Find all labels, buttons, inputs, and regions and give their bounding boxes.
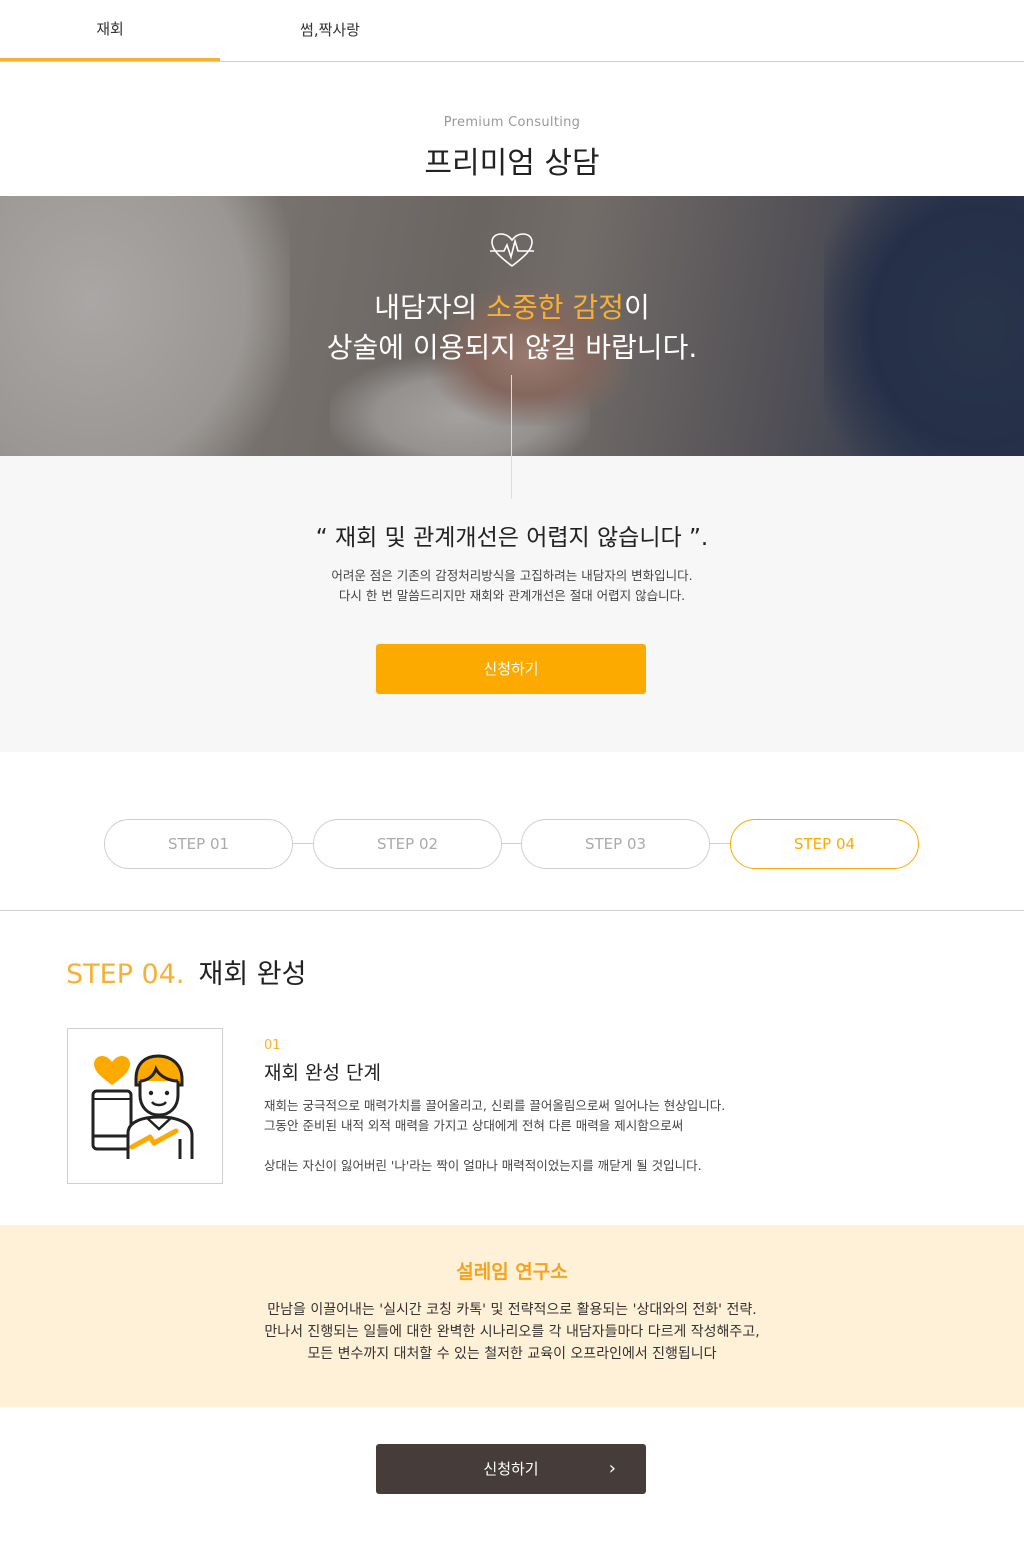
vertical-divider-line — [511, 375, 512, 499]
heartbeat-icon — [490, 233, 534, 268]
detail-item-number: 01 — [264, 1038, 281, 1053]
step-heading-number: STEP 04. — [66, 959, 185, 990]
apply-button-label: 신청하기 — [483, 1460, 539, 1478]
step-illustration — [67, 1028, 223, 1184]
apply-button-bottom[interactable]: 신청하기 › — [376, 1444, 646, 1494]
chevron-right-icon: › — [608, 1458, 616, 1479]
step-connector — [292, 843, 314, 844]
detail-item-text: 재회는 궁극적으로 매력가치를 끌어올리고, 신뢰를 끌어올림으로써 일어나는 … — [264, 1098, 726, 1173]
step-connector — [501, 843, 523, 844]
step-04-button[interactable]: STEP 04 — [730, 819, 919, 869]
tab-crush[interactable]: 썸,짝사랑 — [220, 0, 440, 61]
step-heading: STEP 04. 재회 완성 — [66, 952, 306, 991]
detail-item-title: 재회 완성 단계 — [264, 1062, 381, 1084]
hero-banner: 내담자의 소중한 감정이 상술에 이용되지 않길 바랍니다. — [0, 196, 1024, 456]
apply-button[interactable]: 신청하기 — [376, 644, 646, 694]
hero-headline-accent: 소중한 감정 — [486, 291, 624, 324]
page-title: 프리미엄 상담 — [424, 146, 600, 181]
step-03-button[interactable]: STEP 03 — [521, 819, 710, 869]
tab-bar: 재회 썸,짝사랑 — [0, 0, 1024, 62]
step-01-button[interactable]: STEP 01 — [104, 819, 293, 869]
lab-title: 설레임 연구소 — [456, 1261, 568, 1283]
lab-section: 설레임 연구소 만남을 이끌어내는 '실시간 코칭 카톡' 및 전략적으로 활용… — [0, 1225, 1024, 1407]
hero-headline-line2: 상술에 이용되지 않길 바랍니다. — [326, 331, 698, 364]
intro-quote: “ 재회 및 관계개선은 어렵지 않습니다 ”. — [315, 525, 709, 551]
step-02-button[interactable]: STEP 02 — [313, 819, 502, 869]
intro-paragraph: 어려운 점은 기존의 감정처리방식을 고집하려는 내담자의 변화입니다. 다시 … — [331, 568, 693, 603]
step-connector — [709, 843, 731, 844]
hero-headline-line1: 내담자의 소중한 감정이 — [374, 291, 650, 324]
step-heading-title: 재회 완성 — [198, 959, 307, 990]
person-with-phone-and-heart-icon — [91, 1054, 194, 1159]
page-subtitle: Premium Consulting — [443, 115, 581, 130]
section-divider — [0, 910, 1024, 911]
step-navigation: STEP 01 STEP 02 STEP 03 STEP 04 — [104, 819, 919, 869]
tab-reunion[interactable]: 재회 — [0, 0, 220, 61]
lab-description: 만남을 이끌어내는 '실시간 코칭 카톡' 및 전략적으로 활용되는 '상대와의… — [264, 1302, 760, 1362]
intro-section: “ 재회 및 관계개선은 어렵지 않습니다 ”. 어려운 점은 기존의 감정처리… — [0, 456, 1024, 752]
